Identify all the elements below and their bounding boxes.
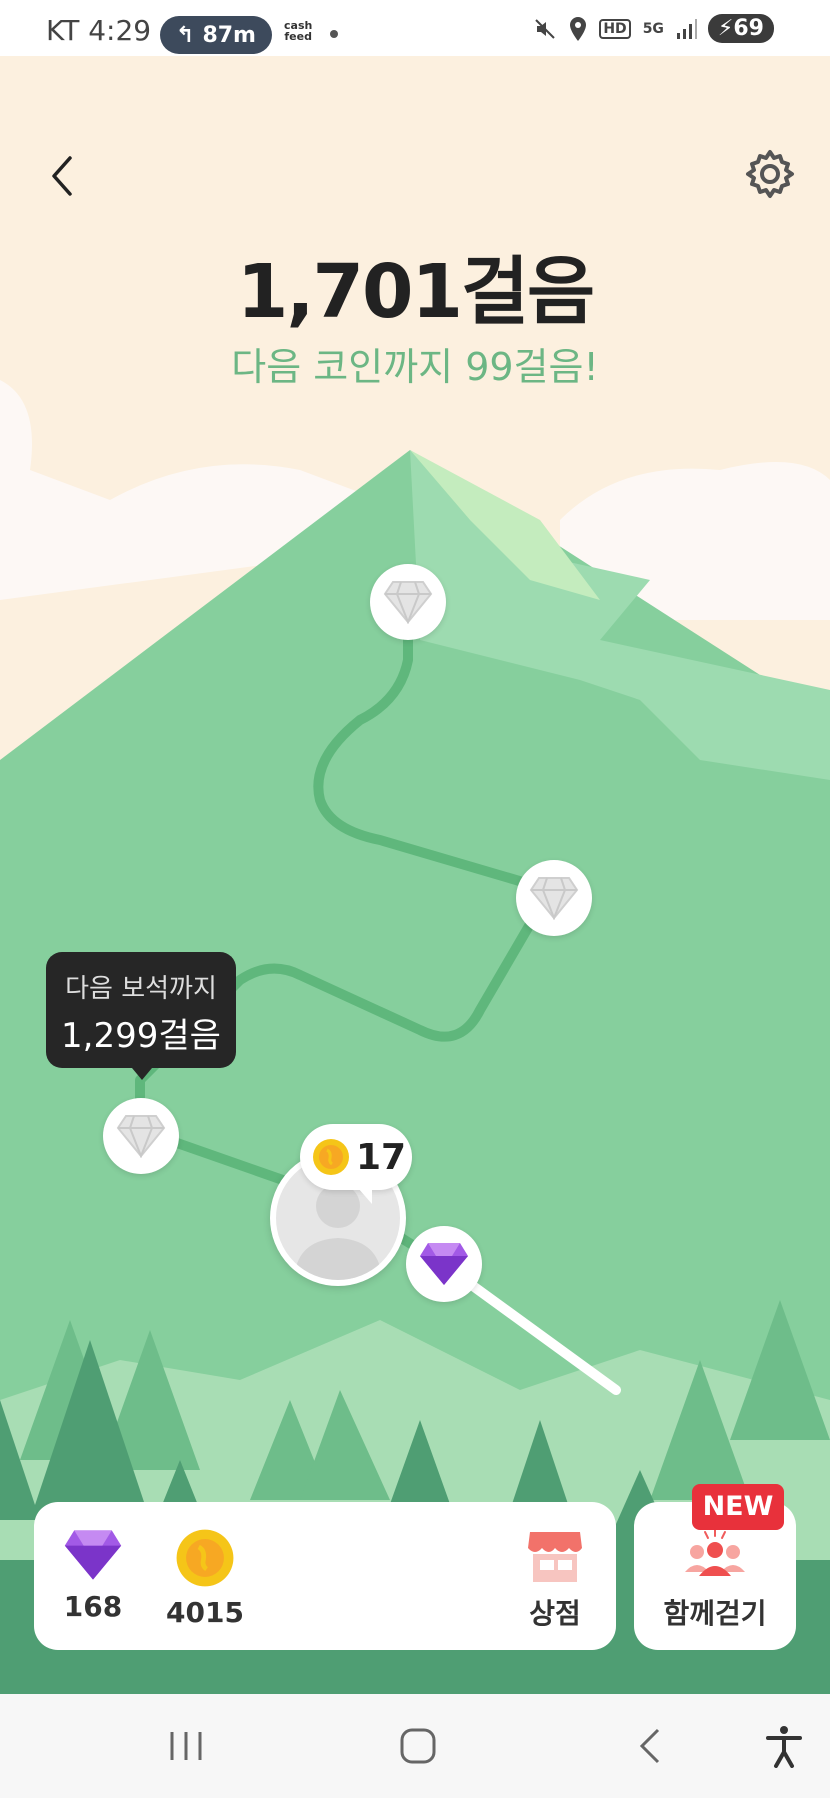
store-icon: [528, 1532, 582, 1582]
gem-node-top[interactable]: [370, 564, 446, 640]
recent-apps-icon[interactable]: [166, 1726, 206, 1766]
gem-icon: [116, 1115, 166, 1158]
hd-icon: HD: [599, 18, 631, 39]
back-button[interactable]: [38, 146, 88, 206]
next-coin-text: 다음 코인까지 99걸음!: [231, 345, 599, 389]
navigation-pill[interactable]: ↰ 87m: [160, 16, 272, 54]
coin-count: 17: [356, 1136, 407, 1178]
battery-level: 69: [733, 16, 764, 41]
turn-left-icon: ↰: [176, 22, 195, 48]
shop-button[interactable]: 상점: [526, 1528, 584, 1632]
gem-node-middle[interactable]: [516, 860, 592, 936]
mute-icon: [535, 18, 556, 39]
shop-label: 상점: [529, 1597, 581, 1630]
battery-icon: ⚡69: [707, 14, 774, 43]
gem-icon: [529, 877, 579, 920]
cashfeed-icon: cash feed: [284, 20, 312, 42]
carrier-time: KT 4:29: [46, 14, 152, 47]
gem-count: 168: [63, 1590, 123, 1623]
gem-node-collected[interactable]: [406, 1226, 482, 1302]
back-icon[interactable]: [630, 1726, 670, 1766]
purple-gem-icon: [64, 1530, 122, 1580]
nav-distance: 87m: [202, 22, 256, 48]
coin-icon: [176, 1529, 234, 1587]
network-icon: 5G: [642, 20, 664, 37]
system-navigation-bar: [0, 1694, 830, 1798]
status-icons: HD 5G ⚡69: [533, 14, 774, 43]
step-count: 1,701걸음: [236, 249, 595, 335]
tooltip-steps: 1,299걸음: [61, 1016, 221, 1056]
gem-stat[interactable]: 168: [62, 1528, 124, 1623]
gem-icon: [383, 581, 433, 624]
wallet-card: 168 4015 상점: [34, 1502, 616, 1650]
tooltip-label: 다음 보석까지: [65, 974, 217, 1004]
accessibility-icon[interactable]: [764, 1724, 804, 1768]
cashfeed-bottom: feed: [284, 30, 312, 43]
gem-node-next[interactable]: [103, 1098, 179, 1174]
coin-total: 4015: [166, 1596, 244, 1629]
coin-stat[interactable]: 4015: [166, 1528, 244, 1629]
walk-together-label: 함께걷기: [663, 1597, 767, 1630]
notification-dot-icon: [330, 30, 338, 38]
coin-bubble: 17: [300, 1124, 412, 1204]
walking-scene: 1,701걸음 다음 코인까지 99걸음! 다음 보석까지 1,299걸음 17…: [0, 56, 830, 1694]
home-icon[interactable]: [398, 1726, 438, 1766]
status-bar: KT 4:29 ↰ 87m cash feed HD 5G ⚡69: [0, 0, 830, 56]
signal-icon: [676, 18, 697, 39]
next-gem-tooltip: 다음 보석까지 1,299걸음: [46, 952, 236, 1080]
location-icon: [570, 16, 587, 41]
group-walk-icon: [685, 1529, 745, 1576]
purple-gem-icon: [420, 1243, 468, 1285]
new-badge: NEW: [692, 1484, 784, 1530]
coin-icon: [313, 1139, 349, 1175]
settings-gear-icon[interactable]: [744, 148, 796, 200]
